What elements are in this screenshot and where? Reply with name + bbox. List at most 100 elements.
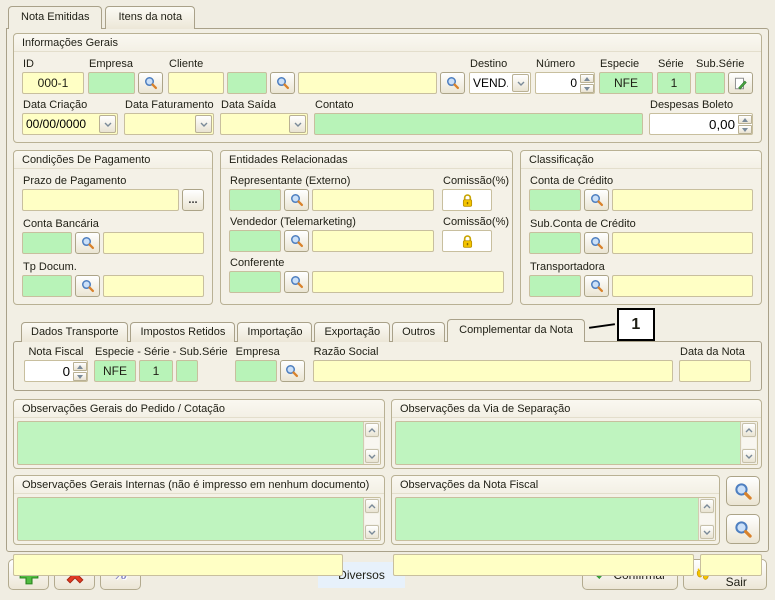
subconta-credito-search-button[interactable] — [584, 232, 609, 254]
representante-code-field[interactable] — [229, 189, 281, 211]
tab-itens-da-nota[interactable]: Itens da nota — [105, 6, 195, 29]
prazo-pagamento-field[interactable] — [22, 189, 179, 211]
bottom-right-field[interactable] — [700, 554, 762, 576]
conta-credito-code-field[interactable] — [529, 189, 581, 211]
scroll-track[interactable] — [742, 438, 756, 448]
vendedor-search-button[interactable] — [284, 230, 309, 252]
obs-internas-textarea[interactable] — [17, 497, 381, 541]
obs-search-top-button[interactable] — [726, 476, 760, 506]
conta-bancaria-code-field[interactable] — [22, 232, 72, 254]
transportadora-name-field[interactable] — [612, 275, 753, 297]
subconta-credito-name-field[interactable] — [612, 232, 753, 254]
data-faturamento-picker[interactable] — [124, 113, 214, 135]
comp-serie-field[interactable] — [139, 360, 173, 382]
conta-credito-search-button[interactable] — [584, 189, 609, 211]
spin-down-button[interactable] — [580, 84, 594, 93]
cliente-code-field[interactable] — [168, 72, 224, 94]
scroll-up-button[interactable] — [365, 499, 379, 513]
obs-search-bottom-button[interactable] — [726, 514, 760, 544]
spin-down-button[interactable] — [73, 372, 87, 381]
numero-value[interactable] — [536, 73, 580, 93]
transportadora-code-field[interactable] — [529, 275, 581, 297]
comp-empresa-field[interactable] — [235, 360, 277, 382]
nota-fiscal-spinner[interactable] — [24, 360, 88, 382]
scroll-down-button[interactable] — [700, 525, 714, 539]
conferente-search-button[interactable] — [284, 271, 309, 293]
data-criacao-dropdown-button[interactable] — [99, 115, 116, 133]
scroll-track[interactable] — [365, 514, 379, 524]
spin-up-button[interactable] — [73, 362, 87, 371]
scrollbar[interactable] — [698, 498, 715, 540]
spin-down-button[interactable] — [738, 125, 752, 134]
conta-bancaria-name-field[interactable] — [103, 232, 204, 254]
cliente-search2-button[interactable] — [440, 72, 465, 94]
scrollbar[interactable] — [363, 422, 380, 464]
id-field[interactable] — [22, 72, 84, 94]
data-faturamento-dropdown-button[interactable] — [195, 115, 212, 133]
scroll-track[interactable] — [365, 438, 379, 448]
data-criacao-value[interactable] — [23, 114, 98, 134]
despesas-boleto-value[interactable] — [650, 114, 738, 134]
serie-field[interactable] — [657, 72, 691, 94]
scroll-down-button[interactable] — [365, 525, 379, 539]
tab-importacao[interactable]: Importação — [237, 322, 312, 342]
subserie-edit-button[interactable] — [728, 72, 753, 94]
comissao-representante-field[interactable] — [442, 189, 492, 211]
cliente-code2-field[interactable] — [227, 72, 267, 94]
scroll-down-button[interactable] — [365, 449, 379, 463]
vendedor-name-field[interactable] — [312, 230, 434, 252]
tab-impostos-retidos[interactable]: Impostos Retidos — [130, 322, 235, 342]
especie-field[interactable] — [599, 72, 653, 94]
cliente-name-field[interactable] — [298, 72, 437, 94]
numero-spinner[interactable] — [535, 72, 595, 94]
scroll-track[interactable] — [700, 514, 714, 524]
data-faturamento-value[interactable] — [125, 114, 194, 134]
empresa-search-button[interactable] — [138, 72, 163, 94]
bottom-middle-field[interactable] — [393, 554, 694, 576]
razao-social-field[interactable] — [313, 360, 673, 382]
obs-nota-fiscal-textarea[interactable] — [395, 497, 716, 541]
tab-outros[interactable]: Outros — [392, 322, 445, 342]
conferente-code-field[interactable] — [229, 271, 281, 293]
destino-value[interactable] — [470, 73, 511, 93]
tab-dados-transporte[interactable]: Dados Transporte — [21, 322, 128, 342]
scroll-up-button[interactable] — [742, 423, 756, 437]
data-saida-value[interactable] — [221, 114, 288, 134]
comp-especie-field[interactable] — [94, 360, 136, 382]
scroll-up-button[interactable] — [365, 423, 379, 437]
tab-complementar-da-nota[interactable]: Complementar da Nota — [447, 319, 585, 342]
representante-search-button[interactable] — [284, 189, 309, 211]
data-saida-dropdown-button[interactable] — [289, 115, 306, 133]
despesas-boleto-spinner[interactable] — [649, 113, 753, 135]
subconta-credito-code-field[interactable] — [529, 232, 581, 254]
scrollbar[interactable] — [363, 498, 380, 540]
subserie-field[interactable] — [695, 72, 725, 94]
obs-pedido-textarea[interactable] — [17, 421, 381, 465]
scroll-up-button[interactable] — [700, 499, 714, 513]
vendedor-code-field[interactable] — [229, 230, 281, 252]
tp-docum-code-field[interactable] — [22, 275, 72, 297]
scrollbar[interactable] — [740, 422, 757, 464]
comp-empresa-search-button[interactable] — [280, 360, 305, 382]
tp-docum-search-button[interactable] — [75, 275, 100, 297]
tab-exportacao[interactable]: Exportação — [314, 322, 390, 342]
comp-subserie-field[interactable] — [176, 360, 198, 382]
destino-combobox[interactable] — [469, 72, 531, 94]
nota-fiscal-value[interactable] — [25, 361, 73, 381]
comissao-vendedor-field[interactable] — [442, 230, 492, 252]
spin-up-button[interactable] — [738, 115, 752, 124]
spin-up-button[interactable] — [580, 74, 594, 83]
data-criacao-picker[interactable] — [22, 113, 118, 135]
obs-separacao-textarea[interactable] — [395, 421, 758, 465]
destino-dropdown-button[interactable] — [512, 74, 529, 92]
scroll-down-button[interactable] — [742, 449, 756, 463]
prazo-pagamento-ellipsis-button[interactable]: ... — [182, 189, 204, 211]
tp-docum-name-field[interactable] — [103, 275, 204, 297]
conta-bancaria-search-button[interactable] — [75, 232, 100, 254]
transportadora-search-button[interactable] — [584, 275, 609, 297]
empresa-code-field[interactable] — [88, 72, 135, 94]
conferente-name-field[interactable] — [312, 271, 504, 293]
data-saida-picker[interactable] — [220, 113, 308, 135]
bottom-left-field[interactable] — [13, 554, 343, 576]
contato-field[interactable] — [314, 113, 643, 135]
